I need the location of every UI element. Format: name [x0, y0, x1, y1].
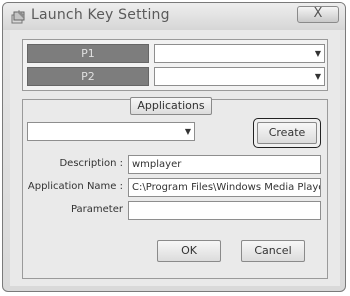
close-icon: X [313, 6, 323, 21]
applications-panel: Applications ▼ Create Description : wmpl… [22, 97, 328, 279]
application-name-label: Application Name : [27, 181, 123, 192]
close-button[interactable]: X [297, 6, 339, 23]
parameter-label: Parameter [70, 204, 123, 215]
key-app-icon [10, 9, 26, 25]
application-name-field[interactable]: C:\Program Files\Windows Media Playe [128, 178, 321, 197]
p2-dropdown[interactable]: ▼ [154, 67, 325, 86]
dialog-body: P1 ▼ P2 ▼ Applications ▼ Create Descript… [10, 30, 340, 286]
description-field[interactable]: wmplayer [128, 155, 321, 174]
description-label: Description : [59, 158, 123, 169]
launch-key-setting-dialog: Launch Key Setting X P1 ▼ P2 ▼ Applicati… [2, 2, 346, 292]
cancel-button[interactable]: Cancel [241, 240, 305, 262]
ok-button[interactable]: OK [157, 240, 221, 262]
create-button[interactable]: Create [257, 122, 317, 144]
chevron-down-icon: ▼ [184, 127, 191, 136]
title-bar[interactable]: Launch Key Setting X [3, 3, 345, 30]
chevron-down-icon: ▼ [314, 72, 321, 81]
applications-button[interactable]: Applications [130, 97, 212, 115]
window-title: Launch Key Setting [31, 7, 170, 23]
p2-label: P2 [27, 67, 149, 86]
p1-label: P1 [27, 44, 149, 63]
p1-dropdown[interactable]: ▼ [154, 44, 325, 63]
parameter-field[interactable] [128, 201, 321, 220]
chevron-down-icon: ▼ [314, 49, 321, 58]
application-dropdown[interactable]: ▼ [27, 122, 195, 141]
key-assignment-panel: P1 ▼ P2 ▼ [22, 39, 328, 91]
